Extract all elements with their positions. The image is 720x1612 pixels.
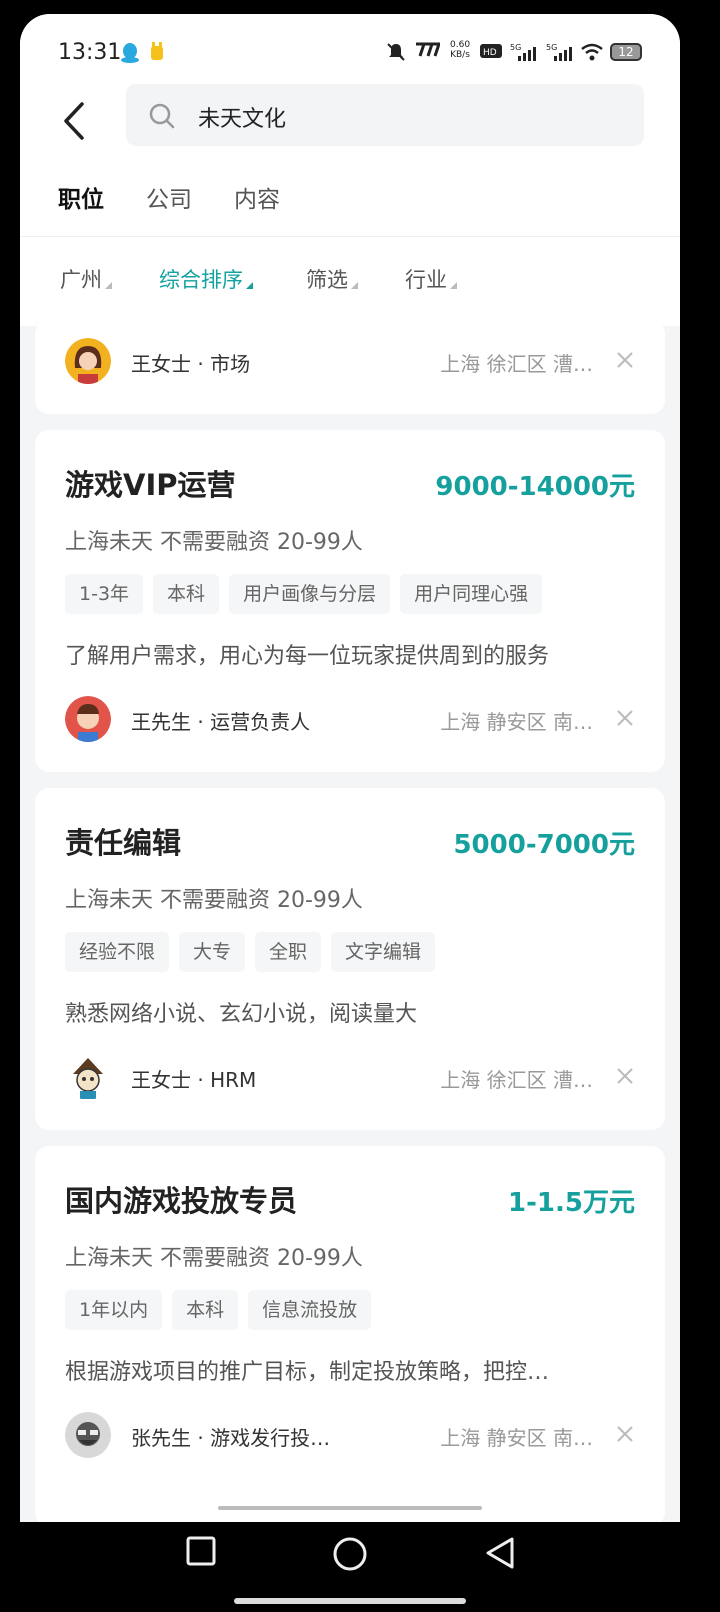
filter-screen[interactable]: 筛选 — [306, 264, 358, 294]
job-tag: 经验不限 — [65, 932, 170, 972]
filter-bar: 广州 综合排序 筛选 行业 — [20, 264, 680, 304]
qq-icon — [120, 42, 140, 68]
carrier-icon — [412, 42, 442, 62]
hd-icon: HD — [480, 42, 504, 64]
recruiter-row: 王先生 · 运营负责人 上海 静安区 南… — [65, 696, 635, 742]
back-nav-button[interactable] — [484, 1536, 516, 1574]
avatar — [65, 1054, 111, 1100]
recruiter-name: 王女士 · 市场 — [131, 352, 251, 376]
gesture-bar — [234, 1598, 466, 1604]
job-tags: 1-3年 本科 用户画像与分层 用户同理心强 — [65, 574, 543, 614]
svg-text:HD: HD — [483, 48, 497, 58]
divider — [20, 236, 680, 237]
recruiter-name: 张先生 · 游戏发行投… — [131, 1426, 331, 1450]
job-tag: 全职 — [255, 932, 322, 972]
close-icon[interactable] — [615, 708, 635, 728]
recruiter-row: 张先生 · 游戏发行投… 上海 静安区 南… — [65, 1412, 635, 1458]
network-speed: 0.60 KB/s — [450, 40, 471, 60]
recruiter-name: 王女士 · HRM — [131, 1068, 257, 1092]
app-notification-icon — [148, 42, 166, 66]
header: 13:31 0.60 KB/s HD 5G 5G 12 未天文化 职位 公司 内… — [20, 14, 680, 326]
avatar — [65, 338, 111, 384]
job-tag: 信息流投放 — [248, 1290, 372, 1330]
job-tag: 1年以内 — [65, 1290, 163, 1330]
signal-5g-icon: 5G — [510, 42, 538, 66]
job-description: 熟悉网络小说、玄幻小说，阅读量大 — [65, 1002, 418, 1027]
job-title: 游戏VIP运营 — [65, 468, 236, 502]
battery-icon: 12 — [610, 43, 642, 61]
job-card[interactable]: 王女士 · 市场 上海 徐汇区 漕… — [35, 320, 665, 414]
company-info: 上海未天 不需要融资 20-99人 — [65, 888, 363, 913]
job-description: 了解用户需求，用心为每一位玩家提供周到的服务 — [65, 644, 550, 669]
app-screen: 13:31 0.60 KB/s HD 5G 5G 12 未天文化 职位 公司 内… — [20, 14, 680, 1522]
svg-text:5G: 5G — [510, 43, 521, 52]
status-bar: 13:31 0.60 KB/s HD 5G 5G 12 — [20, 14, 680, 86]
job-card[interactable]: 国内游戏投放专员 1-1.5万元 上海未天 不需要融资 20-99人 1年以内 … — [35, 1146, 665, 1522]
status-time: 13:31 — [58, 40, 122, 65]
job-tags: 经验不限 大专 全职 文字编辑 — [65, 932, 436, 972]
recruiter-row: 王女士 · HRM 上海 徐汇区 漕… — [65, 1054, 635, 1100]
job-salary: 9000-14000元 — [435, 472, 635, 502]
signal-5g-icon-2: 5G — [546, 42, 574, 66]
job-tag: 用户同理心强 — [400, 574, 543, 614]
job-location: 上海 徐汇区 漕… — [440, 352, 593, 376]
job-tag: 1-3年 — [65, 574, 144, 614]
avatar — [65, 1412, 111, 1458]
filter-industry[interactable]: 行业 — [405, 264, 457, 294]
job-location: 上海 静安区 南… — [440, 1426, 593, 1450]
close-icon[interactable] — [615, 1424, 635, 1444]
back-button[interactable] — [60, 96, 90, 146]
job-description: 根据游戏项目的推广目标，制定投放策略，把控… — [65, 1360, 550, 1385]
filter-city[interactable]: 广州 — [60, 264, 112, 294]
job-card[interactable]: 游戏VIP运营 9000-14000元 上海未天 不需要融资 20-99人 1-… — [35, 430, 665, 772]
job-location: 上海 静安区 南… — [440, 710, 593, 734]
close-icon[interactable] — [615, 350, 635, 370]
job-tag: 本科 — [153, 574, 220, 614]
home-button[interactable] — [332, 1536, 368, 1576]
company-info: 上海未天 不需要融资 20-99人 — [65, 530, 363, 555]
job-salary: 1-1.5万元 — [508, 1188, 635, 1218]
job-location: 上海 徐汇区 漕… — [440, 1068, 593, 1092]
tab-positions[interactable]: 职位 — [58, 180, 104, 214]
scroll-indicator — [218, 1506, 482, 1510]
recents-button[interactable] — [186, 1536, 216, 1570]
search-bar[interactable]: 未天文化 — [126, 84, 644, 146]
tab-content[interactable]: 内容 — [234, 180, 280, 214]
wifi-icon — [580, 42, 604, 66]
search-icon — [149, 103, 175, 129]
company-info: 上海未天 不需要融资 20-99人 — [65, 1246, 363, 1271]
job-tag: 大专 — [179, 932, 246, 972]
job-tag: 文字编辑 — [331, 932, 436, 972]
close-icon[interactable] — [615, 1066, 635, 1086]
job-tags: 1年以内 本科 信息流投放 — [65, 1290, 372, 1330]
job-title: 国内游戏投放专员 — [65, 1184, 298, 1218]
tab-companies[interactable]: 公司 — [146, 180, 192, 214]
job-salary: 5000-7000元 — [453, 830, 635, 860]
job-title: 责任编辑 — [65, 826, 182, 860]
recruiter-row: 王女士 · 市场 上海 徐汇区 漕… — [65, 338, 635, 384]
recruiter-name: 王先生 · 运营负责人 — [131, 710, 311, 734]
mute-icon — [386, 42, 406, 66]
job-tag: 本科 — [172, 1290, 239, 1330]
search-input[interactable]: 未天文化 — [198, 101, 286, 133]
job-card[interactable]: 责任编辑 5000-7000元 上海未天 不需要融资 20-99人 经验不限 大… — [35, 788, 665, 1130]
job-tag: 用户画像与分层 — [229, 574, 391, 614]
svg-text:5G: 5G — [546, 43, 557, 52]
avatar — [65, 696, 111, 742]
filter-sort[interactable]: 综合排序 — [159, 264, 253, 294]
